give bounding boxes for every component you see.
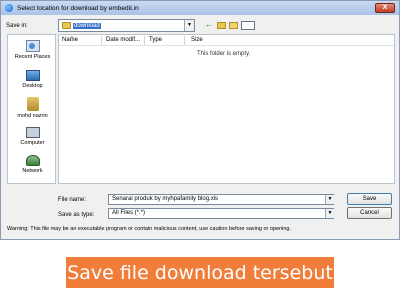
place-computer[interactable]: Computer: [8, 127, 57, 146]
user-folder-icon: [26, 97, 39, 111]
browser-icon: [5, 4, 13, 12]
column-divider[interactable]: [184, 36, 185, 45]
empty-folder-message: This folder is empty.: [197, 51, 251, 57]
sort-arrow-icon: ^: [71, 34, 73, 39]
caption-text: Save file download tersebut: [67, 261, 333, 284]
column-date-modified[interactable]: Date modif...: [106, 37, 140, 43]
places-bar: Recent Places Desktop mohd nazrin Comput…: [7, 34, 56, 184]
cancel-button[interactable]: Cancel: [347, 207, 392, 219]
column-headers: Name ^ Date modif... Type Size: [59, 34, 394, 46]
column-divider[interactable]: [144, 36, 145, 45]
place-label: Network: [22, 168, 43, 174]
column-size[interactable]: Size: [191, 37, 203, 43]
chevron-down-icon[interactable]: ▼: [184, 20, 194, 31]
up-folder-icon[interactable]: [217, 22, 226, 29]
place-label: Recent Places: [14, 54, 51, 60]
place-user[interactable]: mohd nazrin: [8, 97, 57, 119]
back-arrow-icon[interactable]: ←: [204, 20, 214, 30]
file-name-label: File name:: [58, 197, 87, 203]
chevron-down-icon[interactable]: ▼: [325, 209, 334, 218]
place-label: Desktop: [22, 83, 43, 89]
place-label: Computer: [20, 140, 45, 146]
file-name-input[interactable]: Senarai produk by myhpafamily blog.xls: [108, 194, 334, 205]
place-network[interactable]: Network: [8, 155, 57, 174]
toolbar: ←: [204, 20, 255, 30]
column-type[interactable]: Type: [149, 37, 162, 43]
column-name[interactable]: Name: [62, 37, 78, 43]
save-in-value: download: [73, 22, 101, 29]
network-icon: [25, 155, 40, 166]
title-bar[interactable]: Select location for download by embedit.…: [1, 1, 399, 15]
warning-text: Warning: This file may be an executable …: [7, 226, 292, 232]
save-button[interactable]: Save: [347, 193, 392, 205]
folder-icon: [62, 22, 71, 29]
save-in-dropdown[interactable]: download ▼: [58, 19, 195, 32]
desktop-icon: [25, 70, 40, 81]
views-menu-icon[interactable]: [241, 21, 255, 30]
new-folder-icon[interactable]: [229, 22, 238, 29]
place-label: mohd nazrin: [17, 113, 48, 119]
close-button[interactable]: X: [375, 3, 395, 13]
save-in-label: Save in:: [6, 23, 28, 29]
dialog-title: Select location for download by embedit.…: [17, 4, 139, 12]
recent-places-icon: [25, 40, 40, 52]
save-as-type-dropdown[interactable]: All Files (*.*): [108, 208, 334, 219]
place-recent-places[interactable]: Recent Places: [8, 40, 57, 60]
column-divider[interactable]: [101, 36, 102, 45]
caption-banner: Save file download tersebut: [66, 257, 334, 288]
file-list[interactable]: Name ^ Date modif... Type Size This fold…: [58, 34, 395, 184]
save-dialog: Select location for download by embedit.…: [0, 0, 400, 240]
save-as-type-label: Save as type:: [58, 212, 95, 218]
computer-icon: [25, 127, 40, 138]
chevron-down-icon[interactable]: ▼: [325, 195, 334, 204]
place-desktop[interactable]: Desktop: [8, 70, 57, 89]
